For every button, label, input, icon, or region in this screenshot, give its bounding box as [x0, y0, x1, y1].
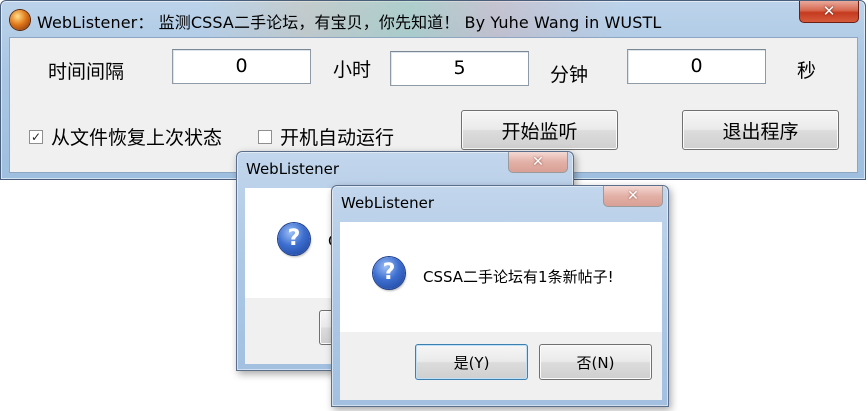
notification-message: CSSA二手论坛有1条新帖子! — [423, 268, 614, 286]
main-title-bar[interactable]: WebListener： 监测CSSA二手论坛，有宝贝，你先知道！ By Yuh… — [1, 1, 865, 37]
main-close-button[interactable]: ✕ — [799, 1, 859, 23]
start-listening-button[interactable]: 开始监听 — [461, 110, 618, 150]
question-icon: ? — [373, 257, 405, 289]
yes-button[interactable]: 是(Y) — [415, 344, 528, 380]
restore-state-label: 从文件恢复上次状态 — [51, 127, 223, 149]
seconds-unit-label: 秒 — [797, 60, 817, 82]
autostart-check-box[interactable] — [258, 129, 272, 144]
autostart-checkbox[interactable]: 开机自动运行 — [258, 123, 394, 150]
restore-state-checkbox[interactable]: ✓ 从文件恢复上次状态 — [29, 123, 222, 150]
hours-input[interactable]: 0 — [172, 49, 311, 84]
notification-dialog-close-button[interactable]: ✕ — [603, 186, 663, 207]
close-icon: ✕ — [532, 154, 544, 170]
background-dialog-close-button[interactable]: ✕ — [508, 152, 568, 173]
notification-dialog: WebListener ✕ ? CSSA二手论坛有1条新帖子! 是(Y) 否(N… — [331, 185, 669, 407]
main-window-title: WebListener： 监测CSSA二手论坛，有宝贝，你先知道！ By Yuh… — [37, 13, 662, 32]
notification-dialog-body: ? CSSA二手论坛有1条新帖子! — [340, 222, 662, 332]
close-icon: ✕ — [822, 2, 836, 20]
minutes-input[interactable]: 5 — [390, 51, 529, 86]
restore-state-check-box[interactable]: ✓ — [29, 129, 43, 144]
question-icon: ? — [278, 223, 310, 255]
autostart-label: 开机自动运行 — [280, 127, 395, 149]
exit-program-button[interactable]: 退出程序 — [682, 110, 839, 150]
notification-dialog-footer: 是(Y) 否(N) — [340, 332, 662, 400]
background-dialog-title: WebListener — [246, 160, 340, 178]
hours-unit-label: 小时 — [333, 59, 372, 81]
notification-dialog-title: WebListener — [341, 194, 435, 212]
close-icon: ✕ — [627, 188, 639, 204]
minutes-unit-label: 分钟 — [550, 64, 589, 86]
seconds-input[interactable]: 0 — [627, 49, 766, 84]
interval-label: 时间间隔 — [48, 61, 125, 83]
no-button[interactable]: 否(N) — [539, 344, 652, 380]
app-icon[interactable] — [10, 10, 30, 30]
